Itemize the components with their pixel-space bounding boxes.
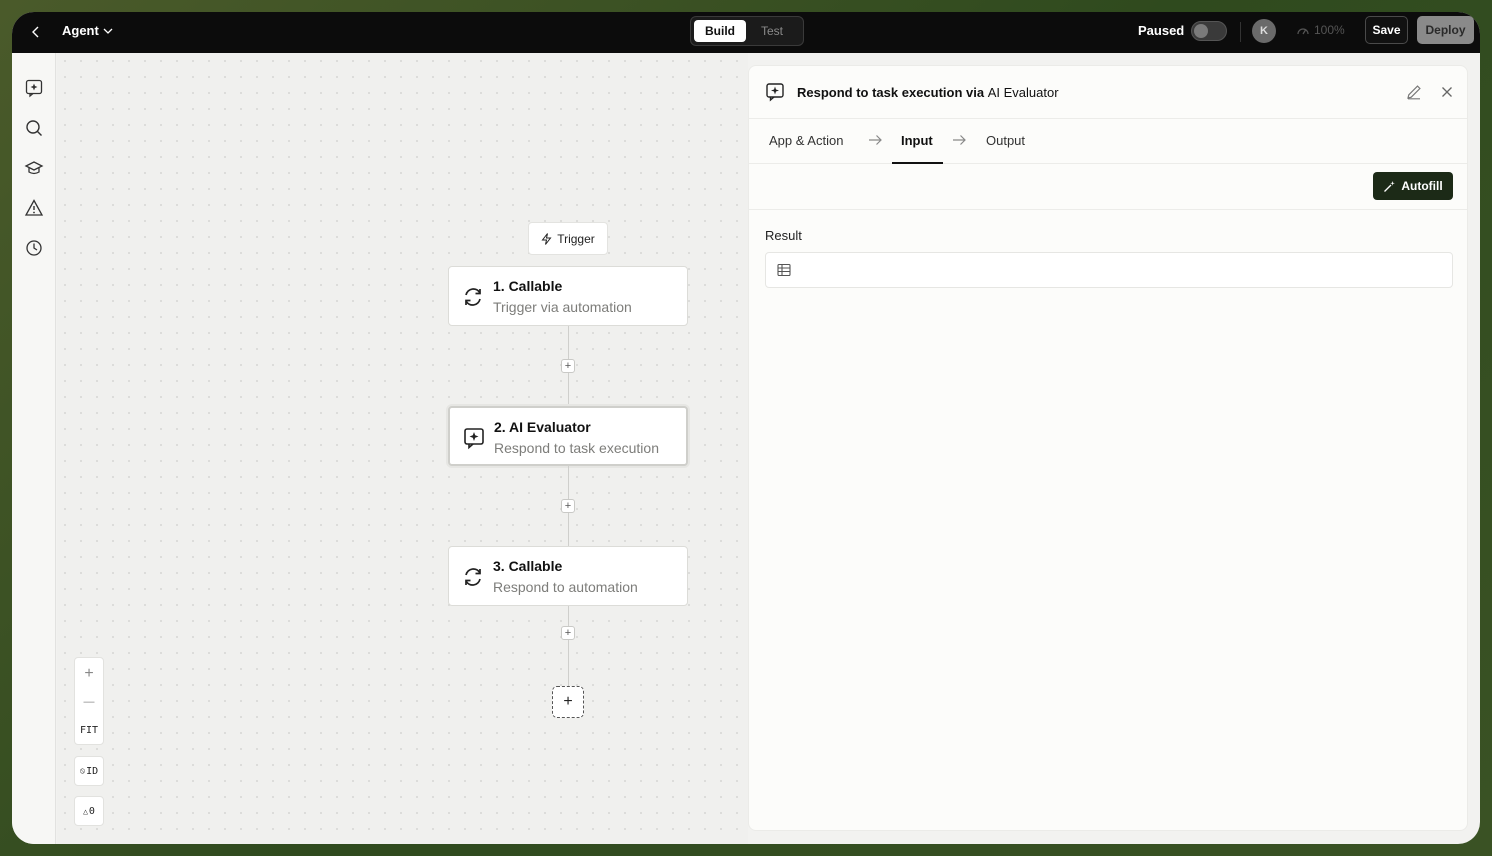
id-label: ID <box>86 765 99 777</box>
sync-icon <box>465 568 481 586</box>
node-title: 2. AI Evaluator <box>494 419 591 435</box>
workflow-canvas[interactable]: Trigger 1. Callable Trigger via automati… <box>57 53 748 844</box>
node-subtitle: Respond to automation <box>493 579 638 595</box>
autofill-bar: Autofill <box>749 164 1467 210</box>
zoom-out-button[interactable]: — <box>75 688 103 716</box>
mode-switcher: Build Test <box>690 16 804 46</box>
search-icon[interactable] <box>23 117 45 139</box>
status-label: Paused <box>1138 23 1185 38</box>
panel-header: Respond to task execution via AI Evaluat… <box>749 66 1467 119</box>
edit-icon[interactable] <box>1405 83 1423 101</box>
chevron-down-icon <box>103 28 113 34</box>
avatar[interactable]: K <box>1252 19 1276 43</box>
divider <box>1240 22 1241 42</box>
arrow-right-icon <box>953 135 966 145</box>
warning-icon[interactable] <box>23 197 45 219</box>
step-config-panel: Respond to task execution via AI Evaluat… <box>748 65 1468 831</box>
ai-chat-icon <box>766 83 784 102</box>
zoom-in-button[interactable]: + <box>75 660 103 688</box>
pause-toggle[interactable] <box>1191 21 1227 41</box>
save-button[interactable]: Save <box>1365 16 1408 44</box>
table-icon <box>777 263 791 277</box>
warnings-button[interactable]: △ 0 <box>74 796 104 826</box>
result-field[interactable] <box>765 252 1453 288</box>
link-off-icon: ⦸ <box>79 766 86 775</box>
tab-input[interactable]: Input <box>901 133 933 148</box>
zoom-indicator: 100% <box>1296 23 1345 37</box>
deploy-button[interactable]: Deploy <box>1417 16 1474 44</box>
step-tabs: App & Action Input Output <box>749 119 1467 164</box>
node-title: 1. Callable <box>493 278 563 294</box>
fit-button[interactable]: FIT <box>75 716 103 744</box>
insert-step-button[interactable]: + <box>561 499 575 513</box>
result-label: Result <box>765 228 802 243</box>
history-icon[interactable] <box>23 237 45 259</box>
magic-wand-icon <box>1384 180 1396 192</box>
trigger-button[interactable]: Trigger <box>528 222 608 255</box>
back-button[interactable] <box>26 22 46 42</box>
panel-title-main: Respond to task execution via <box>797 85 985 100</box>
workflow-node-1[interactable]: 1. Callable Trigger via automation <box>448 266 688 326</box>
gauge-icon <box>1297 28 1309 35</box>
autofill-label: Autofill <box>1401 179 1443 193</box>
close-icon[interactable] <box>1438 83 1456 101</box>
ai-sparkle-icon[interactable] <box>23 77 45 99</box>
tab-output[interactable]: Output <box>986 133 1025 148</box>
node-title: 3. Callable <box>493 558 563 574</box>
autofill-button[interactable]: Autofill <box>1373 172 1453 200</box>
agent-label: Agent <box>62 23 99 38</box>
panel-title: Respond to task execution via AI Evaluat… <box>797 85 1059 100</box>
panel-title-app: AI Evaluator <box>987 85 1059 100</box>
workflow-node-3[interactable]: 3. Callable Respond to automation <box>448 546 688 606</box>
lightning-icon <box>541 232 552 245</box>
warning-small-icon: △ <box>83 806 88 816</box>
insert-step-button[interactable]: + <box>561 359 575 373</box>
app-window: Agent Build Test Paused K 100% Save Depl… <box>12 12 1480 844</box>
node-subtitle: Respond to task execution <box>494 440 659 456</box>
tab-test[interactable]: Test <box>746 20 798 42</box>
connector-line <box>568 606 569 686</box>
arrow-right-icon <box>869 135 882 145</box>
sync-icon <box>465 288 481 306</box>
education-icon[interactable] <box>23 157 45 179</box>
node-subtitle: Trigger via automation <box>493 299 632 315</box>
id-toggle-button[interactable]: ⦸ ID <box>74 756 104 786</box>
left-sidebar <box>12 53 56 844</box>
agent-menu[interactable]: Agent <box>62 23 113 38</box>
workflow-node-2[interactable]: 2. AI Evaluator Respond to task executio… <box>448 406 688 466</box>
tab-app-action[interactable]: App & Action <box>769 133 843 148</box>
zoom-controls: + — FIT <box>74 657 104 745</box>
insert-step-button[interactable]: + <box>561 626 575 640</box>
zoom-label: 100% <box>1314 23 1345 37</box>
warnings-count: 0 <box>88 805 95 817</box>
trigger-label: Trigger <box>557 231 595 246</box>
toggle-knob <box>1194 24 1208 38</box>
add-step-button[interactable]: + <box>552 686 584 718</box>
chevron-left-icon <box>32 26 39 38</box>
top-bar: Agent Build Test Paused K 100% Save Depl… <box>12 12 1480 53</box>
tab-build[interactable]: Build <box>694 20 746 42</box>
ai-chat-icon <box>464 428 484 450</box>
